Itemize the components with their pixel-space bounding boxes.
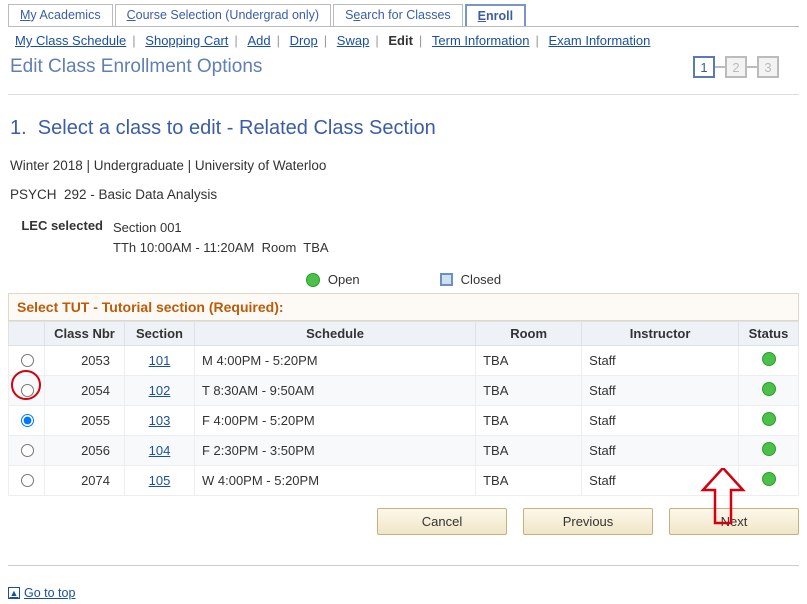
step-indicator: 1 2 3 — [693, 56, 779, 78]
table-row: 2055 103 F 4:00PM - 5:20PMTBAStaff — [9, 406, 799, 436]
tut-header-section: Section — [125, 322, 195, 346]
go-to-top-label: Go to top — [24, 586, 75, 600]
open-status-icon — [762, 472, 776, 486]
cell-instructor: Staff — [582, 406, 739, 436]
section-link[interactable]: 105 — [149, 473, 171, 488]
tut-table: Class Nbr Section Schedule Room Instruct… — [8, 321, 799, 496]
step-2: 2 — [725, 56, 747, 78]
cell-schedule: F 4:00PM - 5:20PM — [195, 406, 476, 436]
table-row: 2053 101 M 4:00PM - 5:20PMTBAStaff — [9, 346, 799, 376]
cell-room: TBA — [476, 376, 582, 406]
tut-header-class-nbr: Class Nbr — [45, 322, 125, 346]
tab-enroll[interactable]: Enroll — [465, 4, 526, 26]
section-link[interactable]: 103 — [149, 413, 171, 428]
open-status-icon — [306, 273, 320, 287]
cell-room: TBA — [476, 466, 582, 496]
tut-header-status: Status — [739, 322, 799, 346]
section-title: 1. Select a class to edit - Related Clas… — [10, 117, 799, 140]
section-link[interactable]: 104 — [149, 443, 171, 458]
page-title: Edit Class Enrollment Options — [8, 52, 262, 78]
tut-header-room: Room — [476, 322, 582, 346]
subnav-exam-info[interactable]: Exam Information — [548, 33, 650, 48]
table-row: 2056 104 F 2:30PM - 3:50PMTBAStaff — [9, 436, 799, 466]
section-link[interactable]: 102 — [149, 383, 171, 398]
step-1: 1 — [693, 56, 715, 78]
enroll-subnav: My Class Schedule| Shopping Cart| Add| D… — [8, 27, 799, 52]
tut-radio[interactable] — [21, 414, 34, 427]
cell-schedule: W 4:00PM - 5:20PM — [195, 466, 476, 496]
tut-header-select — [9, 322, 45, 346]
cancel-button[interactable]: Cancel — [377, 508, 507, 535]
tab-search-classes[interactable]: Search for Classes — [333, 4, 463, 26]
cell-class-nbr: 2054 — [45, 376, 125, 406]
open-status-icon — [762, 442, 776, 456]
cell-schedule: F 2:30PM - 3:50PM — [195, 436, 476, 466]
cell-schedule: T 8:30AM - 9:50AM — [195, 376, 476, 406]
go-to-top-link[interactable]: ▲ Go to top — [8, 586, 799, 600]
lec-section: Section 001 — [113, 218, 329, 238]
tut-caption: Select TUT - Tutorial section (Required)… — [8, 293, 799, 321]
section-link[interactable]: 101 — [149, 353, 171, 368]
open-status-icon — [762, 382, 776, 396]
tut-table-wrap: Select TUT - Tutorial section (Required)… — [8, 293, 799, 496]
tut-radio[interactable] — [21, 384, 34, 397]
cell-schedule: M 4:00PM - 5:20PM — [195, 346, 476, 376]
course-line: PSYCH 292 - Basic Data Analysis — [10, 187, 797, 202]
legend-open-label: Open — [328, 272, 360, 287]
closed-status-icon — [440, 273, 453, 286]
cell-instructor: Staff — [582, 436, 739, 466]
cell-class-nbr: 2056 — [45, 436, 125, 466]
cell-instructor: Staff — [582, 376, 739, 406]
next-button[interactable]: Next — [669, 508, 799, 535]
lec-selected-row: LEC selected Section 001 TTh 10:00AM - 1… — [8, 218, 799, 258]
open-status-icon — [762, 352, 776, 366]
cell-instructor: Staff — [582, 466, 739, 496]
tut-radio[interactable] — [21, 444, 34, 457]
cell-room: TBA — [476, 346, 582, 376]
tut-header-schedule: Schedule — [195, 322, 476, 346]
legend-closed-label: Closed — [461, 272, 501, 287]
tab-my-academics[interactable]: My Academics — [8, 4, 113, 26]
cell-class-nbr: 2074 — [45, 466, 125, 496]
status-legend: Open Closed — [8, 258, 799, 293]
cell-class-nbr: 2053 — [45, 346, 125, 376]
cell-instructor: Staff — [582, 346, 739, 376]
step-3: 3 — [757, 56, 779, 78]
open-status-icon — [762, 412, 776, 426]
subnav-edit-current: Edit — [388, 33, 413, 48]
subnav-shopping-cart[interactable]: Shopping Cart — [145, 33, 228, 48]
lec-label: LEC selected — [8, 218, 113, 258]
up-arrow-icon: ▲ — [8, 587, 20, 599]
previous-button[interactable]: Previous — [523, 508, 653, 535]
subnav-my-class-schedule[interactable]: My Class Schedule — [15, 33, 126, 48]
subnav-drop[interactable]: Drop — [290, 33, 318, 48]
table-row: 2074 105 W 4:00PM - 5:20PMTBAStaff — [9, 466, 799, 496]
tab-course-selection[interactable]: Course Selection (Undergrad only) — [115, 4, 331, 26]
tut-header-instructor: Instructor — [582, 322, 739, 346]
subnav-swap[interactable]: Swap — [337, 33, 370, 48]
cell-class-nbr: 2055 — [45, 406, 125, 436]
action-buttons: Cancel Previous Next — [8, 508, 799, 545]
top-tabs: My Academics Course Selection (Undergrad… — [8, 4, 799, 27]
lec-schedule: TTh 10:00AM - 11:20AM Room TBA — [113, 238, 329, 258]
cell-room: TBA — [476, 406, 582, 436]
subnav-add[interactable]: Add — [247, 33, 270, 48]
subnav-term-info[interactable]: Term Information — [432, 33, 530, 48]
term-line: Winter 2018 | Undergraduate | University… — [10, 158, 797, 173]
table-row: 2054 102 T 8:30AM - 9:50AMTBAStaff — [9, 376, 799, 406]
tut-radio[interactable] — [21, 354, 34, 367]
cell-room: TBA — [476, 436, 582, 466]
tut-radio[interactable] — [21, 474, 34, 487]
